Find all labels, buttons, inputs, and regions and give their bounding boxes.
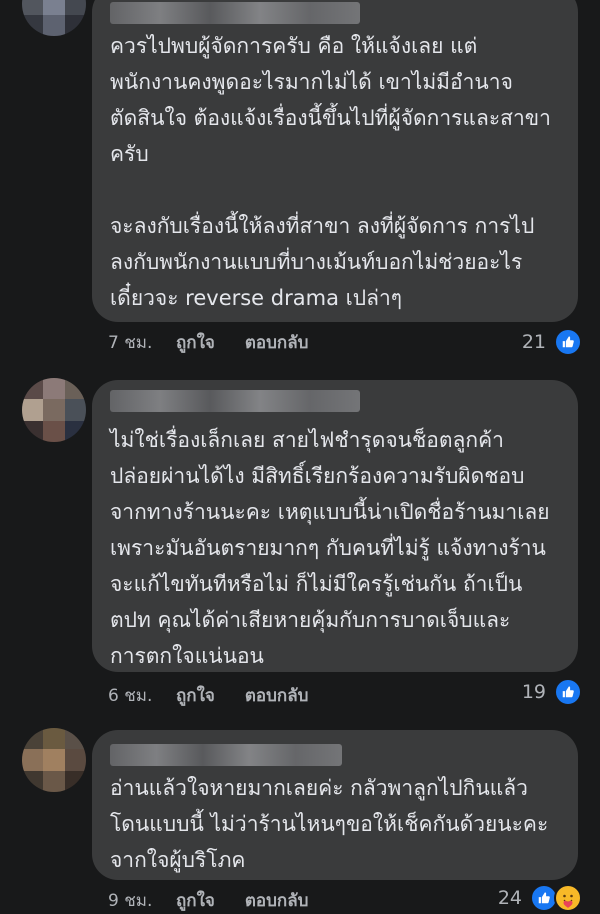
reaction-summary[interactable]: 24 — [498, 884, 582, 912]
comment-actions: 6 ชม. ถูกใจ ตอบกลับ — [108, 681, 308, 709]
comment-time[interactable]: 6 ชม. — [108, 682, 176, 709]
reaction-count: 19 — [521, 681, 546, 703]
comment-text: ควรไปพบผู้จัดการครับ คือ ให้แจ้งเลย แต่ … — [110, 34, 551, 310]
comment-text: ไม่ใช่เรื่องเล็กเลย สายไฟชำรุดจนช็อตลูกค… — [110, 428, 550, 668]
like-button[interactable]: ถูกใจ — [176, 682, 215, 709]
reaction-count: 24 — [497, 887, 522, 909]
reply-button[interactable]: ตอบกลับ — [245, 887, 309, 914]
author-name-blurred[interactable] — [110, 390, 360, 412]
reaction-count: 21 — [521, 331, 546, 353]
like-button[interactable]: ถูกใจ — [176, 329, 215, 356]
reply-button[interactable]: ตอบกลับ — [245, 682, 309, 709]
like-icon — [554, 328, 582, 356]
author-name-blurred[interactable] — [110, 744, 342, 766]
comment-time[interactable]: 7 ชม. — [108, 329, 176, 356]
avatar[interactable] — [22, 0, 86, 36]
comment-text: อ่านแล้วใจหายมากเลยค่ะ กลัวพาลูกไปกินแล้… — [110, 776, 549, 872]
reaction-summary[interactable]: 21 — [522, 328, 582, 356]
comment-time[interactable]: 9 ชม. — [108, 887, 176, 914]
care-icon — [554, 884, 582, 912]
author-name-blurred[interactable] — [110, 2, 360, 24]
like-button[interactable]: ถูกใจ — [176, 887, 215, 914]
comment-actions: 9 ชม. ถูกใจ ตอบกลับ — [108, 886, 308, 914]
avatar[interactable] — [22, 728, 86, 792]
comment-bubble: อ่านแล้วใจหายมากเลยค่ะ กลัวพาลูกไปกินแล้… — [92, 730, 578, 880]
reaction-summary[interactable]: 19 — [522, 678, 582, 706]
comment-actions: 7 ชม. ถูกใจ ตอบกลับ — [108, 328, 308, 356]
comment-bubble: ไม่ใช่เรื่องเล็กเลย สายไฟชำรุดจนช็อตลูกค… — [92, 380, 578, 672]
reply-button[interactable]: ตอบกลับ — [245, 329, 309, 356]
like-icon — [554, 678, 582, 706]
avatar[interactable] — [22, 378, 86, 442]
comment-bubble: ควรไปพบผู้จัดการครับ คือ ให้แจ้งเลย แต่ … — [92, 0, 578, 322]
